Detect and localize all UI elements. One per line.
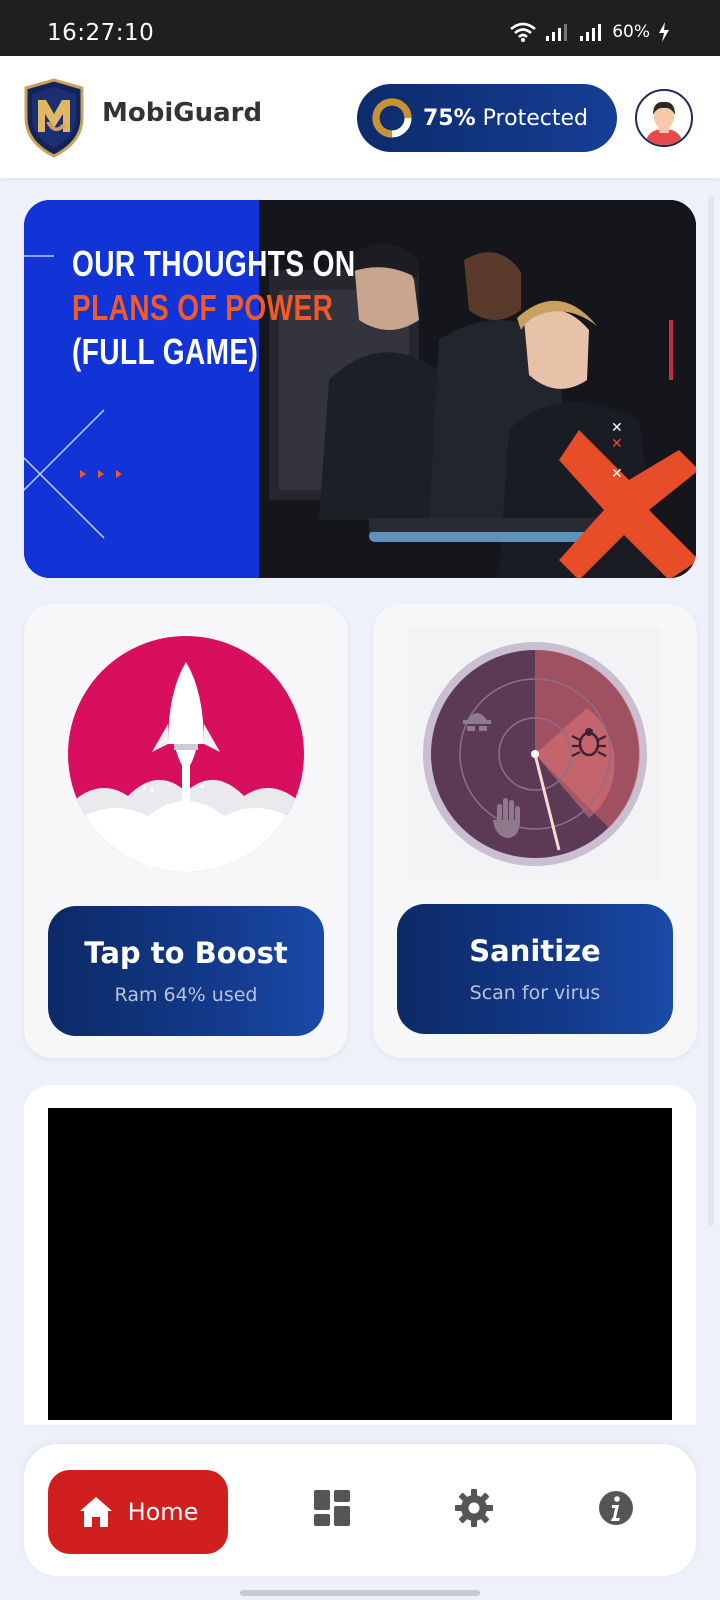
- banner-line-3: (FULL GAME): [72, 331, 259, 372]
- boost-title: Tap to Boost: [84, 936, 288, 970]
- info-icon[interactable]: [596, 1488, 636, 1528]
- rocket-icon: [68, 636, 304, 872]
- protection-text: 75% Protected: [423, 106, 588, 131]
- protection-label: Protected: [482, 105, 588, 131]
- sanitize-button[interactable]: Sanitize Scan for virus: [397, 904, 673, 1034]
- dashboard-icon[interactable]: [312, 1488, 352, 1528]
- svg-text:✕: ✕: [611, 436, 623, 452]
- sanitize-card: Sanitize Scan for virus: [373, 604, 697, 1058]
- bottom-navigation: Home: [24, 1444, 696, 1576]
- app-name: MobiGuard: [102, 98, 263, 128]
- sanitize-title: Sanitize: [469, 934, 601, 968]
- nav-home-button[interactable]: Home: [48, 1470, 228, 1554]
- banner-headline: OUR THOUGHTS ON PLANS OF POWER (FULL GAM…: [72, 242, 356, 374]
- signal-icon: [580, 24, 602, 41]
- gesture-bar: [240, 1590, 480, 1596]
- banner-line-1: OUR THOUGHTS ON: [72, 243, 356, 284]
- charging-icon: [659, 22, 669, 42]
- status-bar: 16:27:10 60%: [0, 0, 720, 56]
- status-icons: 60%: [510, 22, 670, 42]
- video-area[interactable]: [48, 1108, 672, 1420]
- app-header: MobiGuard 75% Protected: [0, 56, 720, 178]
- boost-button[interactable]: Tap to Boost Ram 64% used: [48, 906, 324, 1036]
- svg-text:✕: ✕: [611, 466, 623, 482]
- sanitize-subtitle: Scan for virus: [469, 982, 601, 1004]
- promo-banner[interactable]: ✕ ✕ ✕ OUR THOUGHTS ON PLANS OF POWER (FU…: [24, 200, 696, 578]
- protection-ring-icon: [372, 98, 412, 138]
- gear-icon[interactable]: [454, 1488, 494, 1528]
- protection-status-button[interactable]: 75% Protected: [357, 84, 617, 152]
- radar-icon: [409, 628, 661, 880]
- status-time: 16:27:10: [47, 20, 155, 46]
- battery-percent: 60%: [612, 22, 650, 42]
- signal-icon: [546, 24, 568, 41]
- user-avatar-icon: [637, 91, 691, 145]
- scrollbar[interactable]: [708, 196, 714, 1226]
- home-icon: [79, 1497, 112, 1527]
- wifi-icon: [510, 22, 537, 42]
- avatar[interactable]: [635, 89, 693, 147]
- boost-subtitle: Ram 64% used: [114, 984, 258, 1006]
- protection-percent: 75%: [423, 105, 476, 131]
- boost-card: Tap to Boost Ram 64% used: [24, 604, 348, 1058]
- shield-logo-icon: [24, 78, 84, 158]
- media-card: [24, 1085, 696, 1425]
- nav-home-label: Home: [127, 1498, 199, 1526]
- banner-line-2: PLANS OF POWER: [72, 287, 334, 328]
- svg-text:✕: ✕: [611, 420, 623, 436]
- banner-x-decoration: ✕ ✕ ✕: [559, 420, 696, 578]
